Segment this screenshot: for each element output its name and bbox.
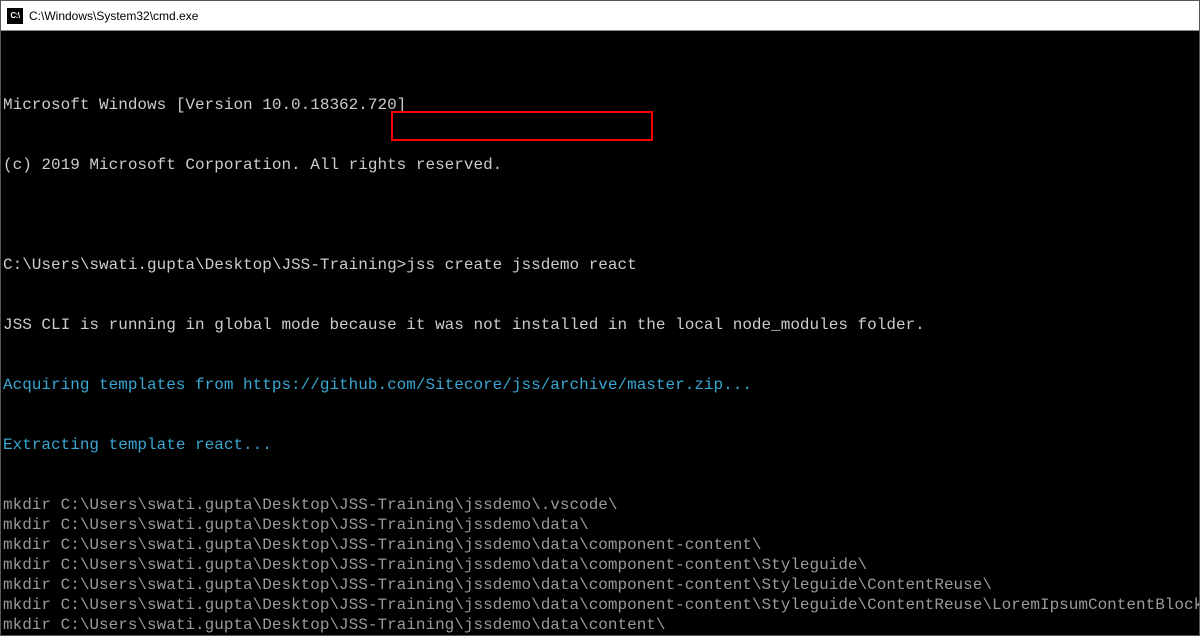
prompt-line: C:\Users\swati.gupta\Desktop\JSS-Trainin… xyxy=(3,255,1197,275)
extracting-line: Extracting template react... xyxy=(3,435,1197,455)
mkdir-lines: mkdir C:\Users\swati.gupta\Desktop\JSS-T… xyxy=(3,495,1197,635)
titlebar-text: C:\Windows\System32\cmd.exe xyxy=(29,9,198,23)
mkdir-line: mkdir C:\Users\swati.gupta\Desktop\JSS-T… xyxy=(3,555,1197,575)
terminal-output[interactable]: Microsoft Windows [Version 10.0.18362.72… xyxy=(1,31,1199,635)
prompt-path: C:\Users\swati.gupta\Desktop\JSS-Trainin… xyxy=(3,256,406,274)
cli-notice-line: JSS CLI is running in global mode becaus… xyxy=(3,315,1197,335)
typed-command: jss create jssdemo react xyxy=(406,256,636,274)
mkdir-line: mkdir C:\Users\swati.gupta\Desktop\JSS-T… xyxy=(3,535,1197,555)
copyright-line: (c) 2019 Microsoft Corporation. All righ… xyxy=(3,155,1197,175)
mkdir-line: mkdir C:\Users\swati.gupta\Desktop\JSS-T… xyxy=(3,495,1197,515)
windows-version-line: Microsoft Windows [Version 10.0.18362.72… xyxy=(3,95,1197,115)
acquiring-line: Acquiring templates from https://github.… xyxy=(3,375,1197,395)
mkdir-line: mkdir C:\Users\swati.gupta\Desktop\JSS-T… xyxy=(3,575,1197,595)
command-highlight-annotation xyxy=(391,111,653,141)
mkdir-line: mkdir C:\Users\swati.gupta\Desktop\JSS-T… xyxy=(3,615,1197,635)
mkdir-line: mkdir C:\Users\swati.gupta\Desktop\JSS-T… xyxy=(3,515,1197,535)
mkdir-line: mkdir C:\Users\swati.gupta\Desktop\JSS-T… xyxy=(3,595,1197,615)
cmd-icon-label: C:\ xyxy=(10,11,19,20)
cmd-window: C:\ C:\Windows\System32\cmd.exe Microsof… xyxy=(0,0,1200,636)
cmd-icon: C:\ xyxy=(7,8,23,24)
titlebar[interactable]: C:\ C:\Windows\System32\cmd.exe xyxy=(1,1,1199,31)
